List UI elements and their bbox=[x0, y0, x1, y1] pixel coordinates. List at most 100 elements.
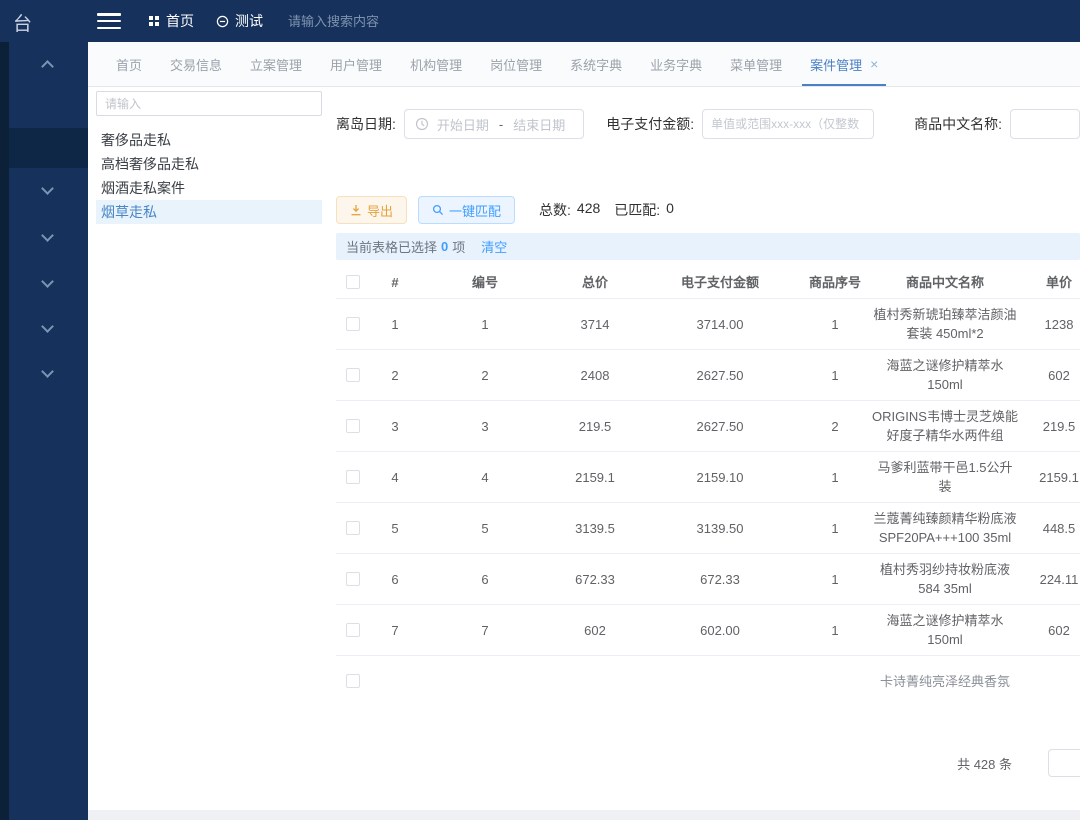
row-checkbox[interactable] bbox=[346, 572, 360, 586]
topnav-test[interactable]: 测试 bbox=[216, 11, 263, 31]
case-type-item[interactable]: 烟草走私 bbox=[96, 200, 322, 224]
row-checkbox[interactable] bbox=[346, 317, 360, 331]
cell-index: 3 bbox=[370, 412, 420, 441]
total-value: 428 bbox=[577, 200, 600, 220]
table-row: 卡诗菁纯亮泽经典香氛 bbox=[336, 656, 1080, 700]
tab[interactable]: 案件管理 × bbox=[796, 42, 892, 86]
one-click-match-button[interactable]: 一键匹配 bbox=[418, 196, 515, 224]
sidebar-active-item[interactable] bbox=[9, 128, 88, 168]
row-checkbox[interactable] bbox=[346, 623, 360, 637]
tab[interactable]: 业务字典 bbox=[636, 42, 716, 86]
tab-label: 交易信息 bbox=[170, 55, 222, 74]
cell-index: 1 bbox=[370, 310, 420, 339]
cell-code: 1 bbox=[420, 310, 550, 339]
header-code: 编号 bbox=[420, 268, 550, 297]
cell-product-name: 植村秀羽纱持妆粉底液 584 35ml bbox=[870, 555, 1020, 603]
header-product-name: 商品中文名称 bbox=[870, 268, 1020, 297]
grid-icon bbox=[148, 15, 160, 27]
table-row: 2 2 2408 2627.50 1 海蓝之谜修护精萃水 150ml 602 bbox=[336, 350, 1080, 401]
export-button-label: 导出 bbox=[367, 201, 393, 220]
header-index: # bbox=[370, 268, 420, 297]
case-search-input[interactable] bbox=[96, 91, 322, 116]
row-checkbox[interactable] bbox=[346, 368, 360, 382]
cell-unit-price: 224.11 bbox=[1020, 565, 1080, 594]
chevron-down-icon[interactable] bbox=[42, 321, 52, 331]
product-name-filter-label: 商品中文名称: bbox=[914, 114, 1002, 134]
cell-index: 4 bbox=[370, 463, 420, 492]
cell-epay: 3139.50 bbox=[640, 514, 800, 543]
cell-epay: 2159.10 bbox=[640, 463, 800, 492]
cell-code: 4 bbox=[420, 463, 550, 492]
tab[interactable]: 岗位管理 bbox=[476, 42, 556, 86]
tab[interactable]: 首页 bbox=[102, 42, 156, 86]
table-row: 1 1 3714 3714.00 1 植村秀新琥珀臻萃洁颜油套装 450ml*2… bbox=[336, 299, 1080, 350]
cell-code: 3 bbox=[420, 412, 550, 441]
header-epay: 电子支付金额 bbox=[640, 268, 800, 297]
tab-close-icon[interactable]: × bbox=[870, 56, 878, 72]
toolbar: 导出 一键匹配 总数: 428 已匹配: 0 bbox=[336, 196, 1080, 224]
cell-product-name: 卡诗菁纯亮泽经典香氛 bbox=[870, 667, 1020, 696]
epay-filter-label: 电子支付金额: bbox=[606, 114, 694, 134]
cell-seq: 1 bbox=[800, 361, 870, 390]
header-unit-price: 单价 bbox=[1020, 268, 1080, 297]
cell-epay: 672.33 bbox=[640, 565, 800, 594]
tab[interactable]: 机构管理 bbox=[396, 42, 476, 86]
cell-unit-price: 2159.1 bbox=[1020, 463, 1080, 492]
search-icon bbox=[432, 204, 444, 216]
chevron-up-icon[interactable] bbox=[42, 58, 52, 68]
cell-unit-price: 602 bbox=[1020, 616, 1080, 645]
tab[interactable]: 系统字典 bbox=[556, 42, 636, 86]
date-end-placeholder[interactable]: 结束日期 bbox=[505, 115, 573, 134]
cell-index bbox=[370, 676, 420, 686]
row-checkbox[interactable] bbox=[346, 521, 360, 535]
tab[interactable]: 菜单管理 bbox=[716, 42, 796, 86]
chevron-down-icon[interactable] bbox=[42, 276, 52, 286]
chevron-down-icon[interactable] bbox=[42, 183, 52, 193]
cell-index: 6 bbox=[370, 565, 420, 594]
table-header-row: # 编号 总价 电子支付金额 商品序号 商品中文名称 单价 bbox=[336, 266, 1080, 299]
case-type-item[interactable]: 烟酒走私案件 bbox=[96, 176, 322, 200]
epay-filter-input[interactable] bbox=[702, 109, 874, 139]
tab[interactable]: 立案管理 bbox=[236, 42, 316, 86]
case-type-label: 烟酒走私案件 bbox=[101, 180, 185, 196]
table-row: 5 5 3139.5 3139.50 1 兰蔻菁纯臻颜精华粉底液SPF20PA+… bbox=[336, 503, 1080, 554]
product-name-filter-input[interactable] bbox=[1010, 109, 1080, 139]
match-button-label: 一键匹配 bbox=[449, 201, 501, 220]
chevron-down-icon[interactable] bbox=[42, 230, 52, 240]
cell-seq bbox=[800, 676, 870, 686]
row-checkbox[interactable] bbox=[346, 674, 360, 688]
cell-total: 2408 bbox=[550, 361, 640, 390]
global-search[interactable] bbox=[288, 0, 488, 42]
chevron-down-icon[interactable] bbox=[42, 366, 52, 376]
cell-product-name: 马爹利蓝带干邑1.5公升装 bbox=[870, 453, 1020, 501]
global-search-input[interactable] bbox=[288, 14, 488, 29]
tab-label: 业务字典 bbox=[650, 55, 702, 74]
minus-circle-icon bbox=[216, 15, 229, 28]
date-start-placeholder[interactable]: 开始日期 bbox=[429, 115, 497, 134]
page-size-select[interactable] bbox=[1048, 749, 1080, 777]
row-checkbox[interactable] bbox=[346, 419, 360, 433]
date-range-picker[interactable]: 开始日期 - 结束日期 bbox=[404, 109, 584, 139]
tab-label: 岗位管理 bbox=[490, 55, 542, 74]
bottom-strip bbox=[88, 810, 1080, 820]
selection-suffix: 项 bbox=[452, 237, 465, 256]
topnav-home[interactable]: 首页 bbox=[148, 11, 194, 31]
cell-total: 602 bbox=[550, 616, 640, 645]
case-type-item[interactable]: 高档奢侈品走私 bbox=[96, 152, 322, 176]
export-button[interactable]: 导出 bbox=[336, 196, 407, 224]
selection-count: 0 bbox=[441, 239, 448, 254]
topnav-test-label: 测试 bbox=[235, 11, 263, 31]
record-count: 共 428 条 bbox=[957, 754, 1012, 773]
clear-selection-link[interactable]: 清空 bbox=[481, 237, 507, 256]
collapse-menu-icon[interactable] bbox=[97, 13, 121, 29]
cell-epay: 3714.00 bbox=[640, 310, 800, 339]
tab[interactable]: 交易信息 bbox=[156, 42, 236, 86]
tab[interactable]: 用户管理 bbox=[316, 42, 396, 86]
cell-code: 2 bbox=[420, 361, 550, 390]
cell-seq: 1 bbox=[800, 514, 870, 543]
case-type-item[interactable]: 奢侈品走私 bbox=[96, 128, 322, 152]
outer-rail bbox=[0, 42, 9, 820]
row-checkbox[interactable] bbox=[346, 470, 360, 484]
select-all-checkbox[interactable] bbox=[346, 275, 360, 289]
case-type-label: 奢侈品走私 bbox=[101, 132, 171, 148]
